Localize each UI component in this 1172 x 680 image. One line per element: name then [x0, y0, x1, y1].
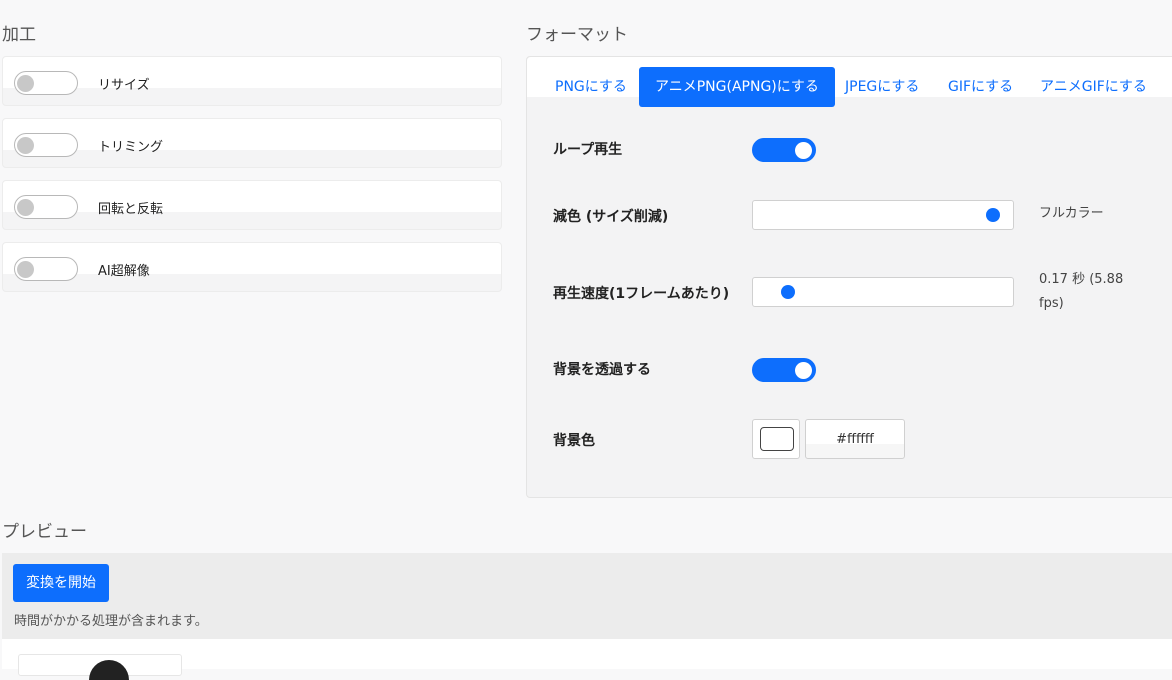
rotate-label: 回転と反転 — [98, 202, 164, 217]
speed-label: 再生速度(1フレームあたり) — [553, 286, 730, 302]
resize-label: リサイズ — [98, 78, 150, 93]
tab-png[interactable]: PNGにする — [539, 67, 643, 107]
slider-thumb[interactable] — [781, 285, 796, 299]
trimming-label: トリミング — [98, 140, 164, 155]
reduce-colors-slider[interactable] — [752, 200, 1014, 230]
slider-thumb[interactable] — [986, 208, 1000, 222]
processing-title: 加工 — [2, 25, 36, 45]
processing-item-rotate: 回転と反転 — [2, 180, 502, 230]
processing-item-trimming: トリミング — [2, 118, 502, 168]
tab-apng[interactable]: アニメPNG(APNG)にする — [639, 67, 835, 107]
tab-gif[interactable]: GIFにする — [932, 67, 1029, 107]
bg-color-label: 背景色 — [553, 433, 595, 449]
speed-slider[interactable] — [752, 277, 1014, 307]
tab-animated-gif[interactable]: アニメGIFにする — [1024, 67, 1163, 107]
bg-color-picker[interactable] — [752, 419, 800, 459]
tab-jpeg[interactable]: JPEGにする — [829, 67, 935, 107]
processing-item-ai-upscale: AI超解像 — [2, 242, 502, 292]
thumbnail-image — [89, 660, 129, 680]
toggle-knob — [17, 75, 34, 92]
transparent-label: 背景を透過する — [553, 362, 651, 378]
transparent-toggle[interactable] — [752, 358, 816, 382]
preview-note: 時間がかかる処理が含まれます。 — [14, 614, 208, 629]
processing-item-resize: リサイズ — [2, 56, 502, 106]
toggle-knob — [17, 199, 34, 216]
toggle-knob — [795, 362, 812, 379]
loop-toggle[interactable] — [752, 138, 816, 162]
ai-upscale-label: AI超解像 — [98, 264, 150, 279]
format-panel: PNGにする アニメPNG(APNG)にする JPEGにする GIFにする アニ… — [526, 56, 1172, 498]
resize-toggle[interactable] — [14, 71, 78, 95]
toggle-knob — [795, 142, 812, 159]
format-title: フォーマット — [526, 25, 628, 45]
preview-toolbar: 変換を開始 時間がかかる処理が含まれます。 — [2, 553, 1172, 639]
toggle-knob — [17, 261, 34, 278]
color-swatch — [760, 427, 794, 451]
start-conversion-button[interactable]: 変換を開始 — [13, 564, 109, 602]
ai-upscale-toggle[interactable] — [14, 257, 78, 281]
reduce-colors-value: フルカラー — [1039, 206, 1104, 221]
speed-value: 0.17 秒 (5.88 fps) — [1039, 272, 1124, 311]
rotate-toggle[interactable] — [14, 195, 78, 219]
bg-color-hex-input[interactable]: #ffffff — [805, 419, 905, 459]
format-tabs: PNGにする アニメPNG(APNG)にする JPEGにする GIFにする アニ… — [527, 57, 1172, 107]
trimming-toggle[interactable] — [14, 133, 78, 157]
loop-label: ループ再生 — [553, 142, 623, 158]
reduce-colors-label: 減色 (サイズ削減) — [553, 209, 669, 225]
preview-thumbnail[interactable] — [18, 654, 182, 680]
preview-title: プレビュー — [2, 522, 87, 542]
toggle-knob — [17, 137, 34, 154]
